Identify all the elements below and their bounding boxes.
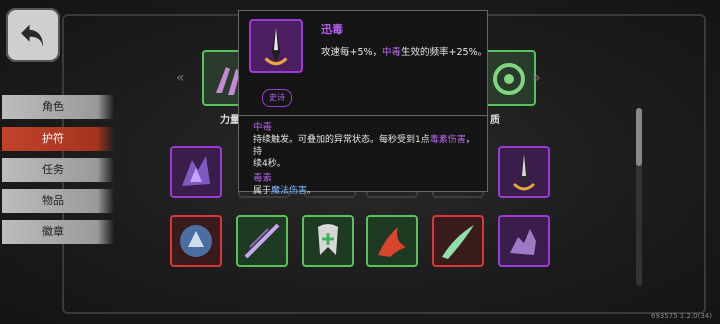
chevron-right-icon: » bbox=[532, 70, 541, 86]
keyword-text: 。 bbox=[307, 186, 317, 196]
keyword-title-poison: 中毒 bbox=[253, 122, 273, 133]
amulet-slot[interactable] bbox=[236, 215, 288, 267]
desc-keyword: 中毒 bbox=[382, 47, 402, 58]
back-button[interactable] bbox=[6, 8, 60, 62]
amulet-slot[interactable] bbox=[498, 215, 550, 267]
amulet-slot-selected[interactable] bbox=[498, 146, 550, 198]
slot-label-strength: 力量 bbox=[220, 115, 240, 126]
keyword-highlight: 毒素伤害 bbox=[429, 135, 466, 145]
tab-badge[interactable]: 徽章 bbox=[2, 220, 114, 244]
amulet-slot[interactable] bbox=[170, 215, 222, 267]
amulet-slot[interactable] bbox=[432, 215, 484, 267]
tab-label: 物品 bbox=[42, 194, 64, 207]
amulet-slot[interactable] bbox=[302, 215, 354, 267]
scrollbar-thumb[interactable] bbox=[636, 108, 642, 166]
fist-icon bbox=[180, 225, 212, 257]
spear-icon bbox=[244, 223, 280, 259]
item-tooltip: 史诗 迅毒 攻速每+5%，中毒生效的频率+25%。 bbox=[238, 10, 488, 116]
reaching-hand-icon bbox=[510, 229, 536, 255]
tab-items[interactable]: 物品 bbox=[2, 189, 114, 213]
keyword-desc-poison: 持续触发。可叠加的异常状态。每秒受到1点毒素伤害，持 续4秒。 bbox=[253, 134, 479, 170]
version-label: 693575 1.2.0(34) bbox=[650, 312, 712, 320]
keyword-text: 属于 bbox=[253, 186, 272, 196]
rune-icon bbox=[493, 63, 525, 95]
keyword-text: 续4秒。 bbox=[253, 159, 286, 169]
wind-slash-icon bbox=[442, 225, 474, 259]
tooltip-item-icon bbox=[249, 19, 303, 73]
desc-text: 攻速每+5%， bbox=[321, 47, 383, 58]
keyword-desc-toxin: 属于魔法伤害。 bbox=[253, 185, 479, 197]
item-description: 攻速每+5%，中毒生效的频率+25%。 bbox=[321, 44, 487, 58]
inventory-scrollbar[interactable] bbox=[636, 108, 642, 286]
keyword-tooltip: 中毒 持续触发。可叠加的异常状态。每秒受到1点毒素伤害，持 续4秒。 毒素 属于… bbox=[238, 116, 488, 196]
tab-label: 角色 bbox=[42, 100, 64, 113]
tab-label: 任务 bbox=[42, 163, 64, 176]
flame-claw-icon bbox=[378, 227, 406, 257]
poison-dagger-icon bbox=[512, 152, 536, 191]
amulet-slot[interactable] bbox=[366, 215, 418, 267]
keyword-title-toxin: 毒素 bbox=[253, 173, 273, 184]
keyword-highlight: 魔法伤害 bbox=[271, 186, 308, 196]
tab-label: 徽章 bbox=[42, 225, 64, 238]
rarity-badge: 史诗 bbox=[262, 89, 292, 107]
chevron-left-icon: « bbox=[176, 70, 185, 86]
desc-text: 生效的频率+25%。 bbox=[401, 47, 488, 58]
slot-label-right: 质 bbox=[490, 115, 500, 126]
tab-label: 护符 bbox=[42, 132, 64, 145]
amulet-slot[interactable] bbox=[170, 146, 222, 198]
heal-tooth-icon bbox=[318, 224, 338, 255]
tab-character[interactable]: 角色 bbox=[2, 95, 114, 119]
shatter-icon bbox=[182, 156, 210, 186]
back-arrow-icon bbox=[21, 24, 44, 47]
keyword-text: 持续触发。可叠加的异常状态。每秒受到1点 bbox=[253, 135, 430, 145]
tab-amulet[interactable]: 护符 bbox=[2, 127, 114, 151]
equipped-slot-right[interactable] bbox=[482, 50, 536, 106]
tab-quest[interactable]: 任务 bbox=[2, 158, 114, 182]
poison-dagger-icon bbox=[264, 25, 288, 66]
item-name: 迅毒 bbox=[321, 23, 343, 36]
